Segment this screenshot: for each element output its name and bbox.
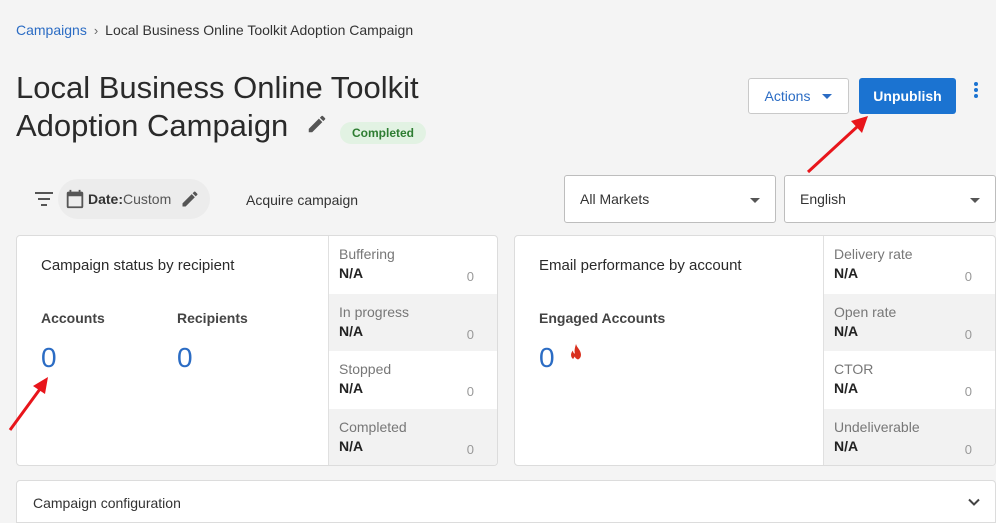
date-filter-label: Date: bbox=[88, 191, 124, 207]
campaign-status-card: Campaign status by recipient Accounts 0 … bbox=[16, 235, 498, 466]
card-title: Email performance by account bbox=[539, 257, 742, 274]
accounts-value[interactable]: 0 bbox=[41, 342, 57, 374]
campaign-configuration-panel[interactable]: Campaign configuration bbox=[16, 480, 996, 523]
campaign-type-label: Acquire campaign bbox=[246, 192, 359, 208]
chevron-down-icon bbox=[970, 198, 980, 203]
date-filter-pill[interactable]: Date: Custom bbox=[58, 179, 210, 219]
email-performance-card: Email performance by account Engaged Acc… bbox=[514, 235, 996, 466]
edit-date-pencil-icon[interactable] bbox=[180, 189, 200, 209]
date-filter-value: Custom bbox=[123, 191, 172, 207]
list-item: Undeliverable N/A 0 bbox=[824, 408, 995, 465]
recipients-value[interactable]: 0 bbox=[177, 342, 193, 374]
list-item: Open rate N/A 0 bbox=[824, 293, 995, 351]
list-item: Completed N/A 0 bbox=[329, 408, 497, 465]
breadcrumb-separator: › bbox=[93, 22, 99, 38]
annotation-arrow-unpublish bbox=[806, 116, 868, 174]
more-vertical-icon[interactable] bbox=[970, 80, 982, 100]
language-select[interactable]: English bbox=[784, 175, 996, 223]
breadcrumb: Campaigns › Local Business Online Toolki… bbox=[16, 22, 413, 38]
edit-title-pencil-icon[interactable] bbox=[306, 113, 328, 135]
config-panel-title: Campaign configuration bbox=[33, 495, 181, 511]
engaged-accounts-label: Engaged Accounts bbox=[539, 310, 666, 326]
calendar-icon bbox=[64, 188, 86, 210]
list-item: Delivery rate N/A 0 bbox=[834, 246, 972, 284]
actions-label: Actions bbox=[764, 88, 811, 104]
caret-down-icon bbox=[822, 93, 833, 99]
accounts-label: Accounts bbox=[41, 310, 105, 326]
list-item: In progress N/A 0 bbox=[329, 293, 497, 351]
markets-select[interactable]: All Markets bbox=[564, 175, 776, 223]
actions-dropdown-button[interactable]: Actions bbox=[748, 78, 849, 114]
recipients-label: Recipients bbox=[177, 310, 248, 326]
list-item: CTOR N/A 0 bbox=[834, 361, 972, 399]
filter-icon[interactable] bbox=[34, 190, 54, 208]
status-badge: Completed bbox=[340, 122, 427, 144]
list-item: Buffering N/A 0 bbox=[339, 246, 474, 284]
breadcrumb-current: Local Business Online Toolkit Adoption C… bbox=[105, 22, 414, 38]
language-select-value: English bbox=[800, 191, 846, 207]
list-item: Stopped N/A 0 bbox=[339, 361, 474, 399]
markets-select-value: All Markets bbox=[580, 191, 650, 207]
engaged-accounts-value[interactable]: 0 bbox=[539, 342, 555, 374]
chevron-down-icon bbox=[750, 198, 760, 203]
card-title: Campaign status by recipient bbox=[41, 257, 235, 274]
unpublish-button[interactable]: Unpublish bbox=[859, 78, 956, 114]
status-breakdown-list: Buffering N/A 0 In progress N/A 0 Stoppe… bbox=[328, 236, 497, 465]
flame-icon bbox=[567, 344, 585, 364]
email-rates-list: Delivery rate N/A 0 Open rate N/A 0 CTOR… bbox=[823, 236, 995, 465]
breadcrumb-campaigns-link[interactable]: Campaigns bbox=[16, 22, 87, 38]
chevron-down-icon[interactable] bbox=[967, 495, 981, 509]
